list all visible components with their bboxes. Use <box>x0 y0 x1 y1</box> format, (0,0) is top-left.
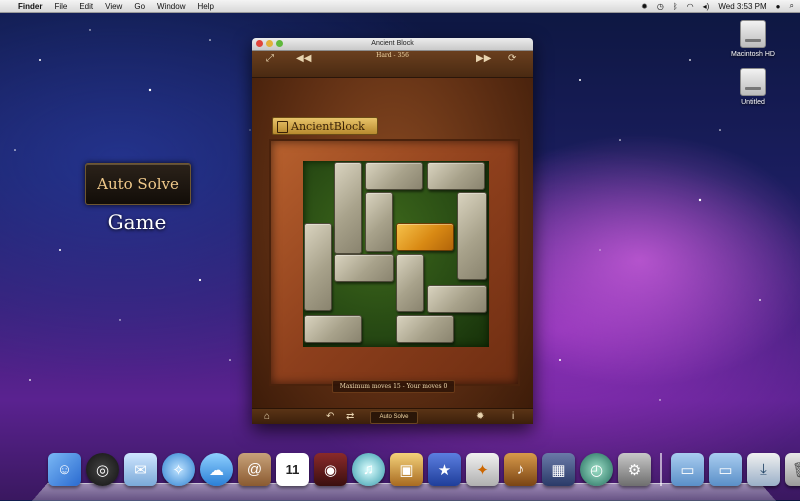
imovie-icon[interactable]: ★ <box>428 453 461 486</box>
ancient-block-logo: AncientBlock <box>272 117 378 135</box>
downloads-stack-icon[interactable]: ⤓ <box>747 453 780 486</box>
target-block[interactable] <box>396 223 454 251</box>
game-window: Ancient Block ⤢ ◀◀ Hard - 356 ▶▶ ⟳ Ancie… <box>252 38 533 424</box>
stone-block[interactable] <box>427 162 485 190</box>
moves-info: Maximum moves 15 - Your moves 0 <box>332 380 455 393</box>
volume-icon[interactable]: ◂) <box>703 2 710 11</box>
puzzle-board <box>303 161 489 347</box>
menu-help[interactable]: Help <box>197 2 213 11</box>
brightness-icon[interactable]: ✹ <box>641 2 648 11</box>
ichat-icon[interactable]: ☁ <box>200 453 233 486</box>
iweb-icon[interactable]: ✦ <box>466 453 499 486</box>
stone-block[interactable] <box>457 192 487 280</box>
stone-block[interactable] <box>304 223 332 311</box>
next-level-icon[interactable]: ▶▶ <box>476 53 491 64</box>
menu-window[interactable]: Window <box>157 2 185 11</box>
garageband-icon[interactable]: ♪ <box>504 453 537 486</box>
dashboard-icon[interactable]: ◎ <box>86 453 119 486</box>
board-frame <box>269 139 520 386</box>
promo-caption: Game <box>107 210 167 234</box>
logo-lock-icon <box>277 121 288 133</box>
window-title: Ancient Block <box>371 40 414 47</box>
menu-clock[interactable]: Wed 3:53 PM <box>718 2 766 11</box>
logo-text: AncientBlock <box>291 120 365 133</box>
dock-separator <box>660 453 662 486</box>
stone-block[interactable] <box>396 315 454 343</box>
menu-bar: Finder File Edit View Go Window Help ✹ ◷… <box>0 0 800 13</box>
window-titlebar[interactable]: Ancient Block <box>252 38 533 51</box>
bluetooth-icon[interactable]: ᛒ <box>673 2 678 11</box>
stone-block[interactable] <box>365 192 393 252</box>
menu-view[interactable]: View <box>105 2 122 11</box>
wifi-icon[interactable]: ◠ <box>687 2 694 11</box>
ical-day: 11 <box>285 462 300 477</box>
game-top-bar: ⤢ ◀◀ Hard - 356 ▶▶ ⟳ <box>252 51 533 78</box>
finder-icon[interactable]: ☺ <box>48 453 81 486</box>
time-machine-icon[interactable]: ◴ <box>580 453 613 486</box>
menu-go[interactable]: Go <box>134 2 145 11</box>
auto-solve-button[interactable]: Auto Solve <box>370 411 418 424</box>
stone-block[interactable] <box>304 315 362 343</box>
documents-folder-icon[interactable]: ▭ <box>709 453 742 486</box>
stone-block[interactable] <box>396 254 424 312</box>
photo-booth-icon[interactable]: ◉ <box>314 453 347 486</box>
close-button[interactable] <box>256 40 263 47</box>
system-preferences-icon[interactable]: ⚙ <box>618 453 651 486</box>
minimize-button[interactable] <box>266 40 273 47</box>
iphoto-icon[interactable]: ▣ <box>390 453 423 486</box>
ical-icon[interactable]: 11 <box>276 453 309 486</box>
settings-gear-icon[interactable]: ✹ <box>476 411 484 422</box>
user-icon[interactable]: ● <box>776 2 781 11</box>
external-drive-icon <box>740 68 766 96</box>
undo-icon[interactable]: ↶ <box>326 411 334 422</box>
promo-auto-solve-button: Auto Solve <box>85 163 191 205</box>
stone-block[interactable] <box>427 285 487 313</box>
spaces-icon[interactable]: ▦ <box>542 453 575 486</box>
home-icon[interactable]: ⌂ <box>264 411 270 422</box>
stone-block[interactable] <box>334 254 394 282</box>
safari-icon[interactable]: ✧ <box>162 453 195 486</box>
reset-icon[interactable]: ⟳ <box>508 53 516 64</box>
time-machine-menu-icon[interactable]: ◷ <box>657 2 664 11</box>
mail-icon[interactable]: ✉ <box>124 453 157 486</box>
desktop-icon-macintosh-hd[interactable]: Macintosh HD <box>718 20 788 58</box>
address-book-icon[interactable]: @ <box>238 453 271 486</box>
stone-block[interactable] <box>334 162 362 254</box>
game-area: ⤢ ◀◀ Hard - 356 ▶▶ ⟳ AncientBlock Maximu… <box>252 51 533 424</box>
menu-edit[interactable]: Edit <box>79 2 93 11</box>
dock: ☺ ◎ ✉ ✧ ☁ @ 11 ◉ ♫ ▣ ★ ✦ ♪ ▦ ◴ ⚙ ▭ ▭ ⤓ 🗑 <box>48 453 800 489</box>
stone-block[interactable] <box>365 162 423 190</box>
desktop-icon-label: Untitled <box>741 99 765 106</box>
zoom-button[interactable] <box>276 40 283 47</box>
desktop-icon-untitled[interactable]: Untitled <box>718 68 788 106</box>
trash-icon[interactable]: 🗑 <box>785 453 800 486</box>
applications-folder-icon[interactable]: ▭ <box>671 453 704 486</box>
spotlight-search-icon[interactable]: ⌕ <box>790 1 794 11</box>
itunes-icon[interactable]: ♫ <box>352 453 385 486</box>
menu-app-name[interactable]: Finder <box>18 2 42 11</box>
restart-icon[interactable]: ⇄ <box>346 411 354 422</box>
desktop-icon-label: Macintosh HD <box>731 51 775 58</box>
game-bottom-bar: ⌂ ↶ ⇄ Auto Solve ✹ i <box>252 408 533 424</box>
info-icon[interactable]: i <box>512 411 514 422</box>
hard-drive-icon <box>740 20 766 48</box>
menu-file[interactable]: File <box>54 2 67 11</box>
